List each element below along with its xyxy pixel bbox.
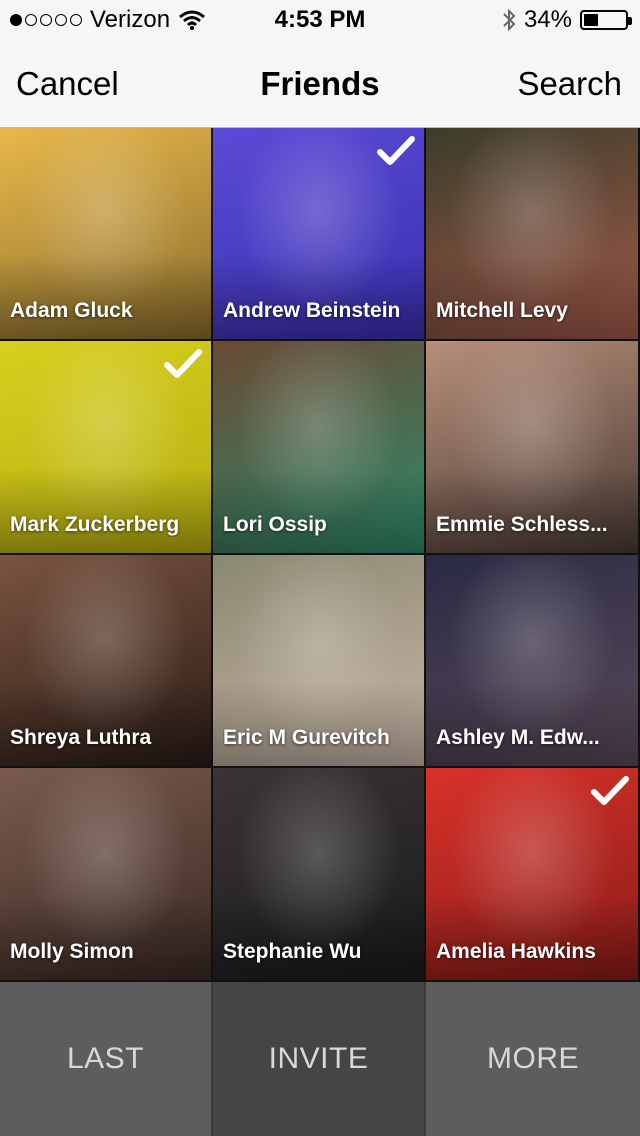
friend-name: Eric M Gurevitch [223, 726, 390, 749]
friend-name: Mark Zuckerberg [10, 513, 180, 536]
checkmark-icon [591, 776, 629, 805]
friend-tile[interactable]: Amelia Hawkins [426, 768, 640, 982]
friend-name: Andrew Beinstein [223, 299, 401, 322]
friend-tile[interactable]: Stephanie Wu [213, 768, 426, 982]
search-button[interactable]: Search [517, 65, 622, 103]
friend-name: Mitchell Levy [436, 299, 568, 322]
bottom-bar: LAST INVITE MORE [0, 982, 640, 1136]
friend-tile[interactable]: Adam Gluck [0, 128, 213, 341]
friend-tile[interactable]: Molly Simon [0, 768, 213, 982]
battery-icon [580, 10, 632, 30]
invite-button[interactable]: INVITE [213, 982, 426, 1136]
friend-tile[interactable]: Mark Zuckerberg [0, 341, 213, 555]
friend-name: Molly Simon [10, 940, 134, 963]
friend-name: Adam Gluck [10, 299, 133, 322]
bluetooth-icon [503, 8, 516, 32]
friend-name: Ashley M. Edw... [436, 726, 600, 749]
last-button[interactable]: LAST [0, 982, 213, 1136]
friend-name: Emmie Schless... [436, 513, 608, 536]
friend-tile[interactable]: Ashley M. Edw... [426, 555, 640, 768]
status-right: 34% [502, 6, 632, 34]
friend-name: Stephanie Wu [223, 940, 362, 963]
friend-tile[interactable]: Emmie Schless... [426, 341, 640, 555]
battery-percent: 34% [523, 6, 572, 33]
more-button[interactable]: MORE [426, 982, 640, 1136]
checkmark-icon [377, 136, 415, 165]
friends-grid: Adam Gluck Andrew Beinstein Mitchell Levy M… [0, 128, 640, 982]
friend-name: Lori Ossip [223, 513, 327, 536]
status-bar: Verizon 4:53 PM 34% [0, 0, 640, 40]
friend-tile[interactable]: Andrew Beinstein [213, 128, 426, 341]
checkmark-icon [164, 349, 202, 378]
friend-name: Amelia Hawkins [436, 940, 596, 963]
friend-name: Shreya Luthra [10, 726, 152, 749]
friend-tile[interactable]: Eric M Gurevitch [213, 555, 426, 768]
friend-tile[interactable]: Mitchell Levy [426, 128, 640, 341]
friend-tile[interactable]: Shreya Luthra [0, 555, 213, 768]
navigation-bar: Cancel Friends Search [0, 40, 640, 128]
friend-tile[interactable]: Lori Ossip [213, 341, 426, 555]
